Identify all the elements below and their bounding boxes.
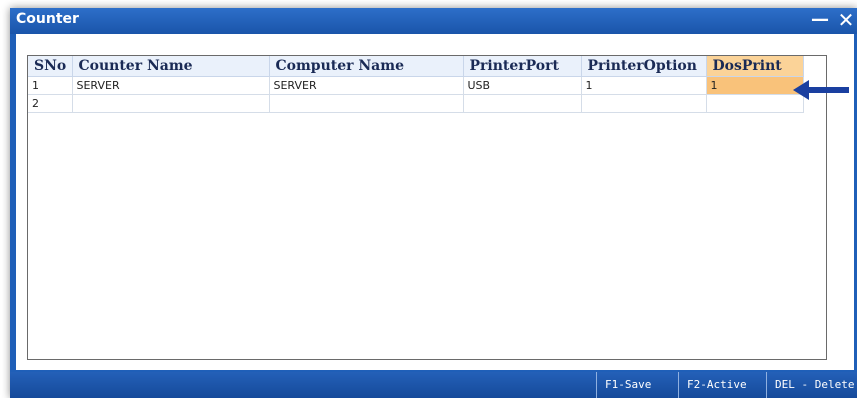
cell-sno[interactable]: 1 bbox=[28, 76, 73, 95]
window-client-area: SNo Counter Name Computer Name PrinterPo… bbox=[16, 34, 854, 370]
cell-printer-port[interactable]: USB bbox=[463, 76, 582, 95]
cell-sno[interactable]: 2 bbox=[28, 94, 73, 113]
title-bar: Counter — ✕ bbox=[10, 8, 857, 34]
cell-computer-name[interactable] bbox=[269, 94, 464, 113]
cell-counter-name[interactable]: SERVER bbox=[72, 76, 270, 95]
column-header-dos-print[interactable]: DosPrint bbox=[706, 56, 804, 77]
left-arrow-icon bbox=[793, 80, 849, 100]
counter-grid: SNo Counter Name Computer Name PrinterPo… bbox=[27, 55, 827, 360]
column-header-sno[interactable]: SNo bbox=[28, 56, 73, 77]
cell-counter-name[interactable] bbox=[72, 94, 270, 113]
table-row[interactable]: 2 bbox=[28, 94, 804, 113]
delete-key-button[interactable]: DEL - Delete bbox=[766, 372, 854, 398]
active-key-button[interactable]: F2-Active bbox=[678, 372, 747, 398]
table-row[interactable]: 1 SERVER SERVER USB 1 1 bbox=[28, 76, 804, 95]
cell-printer-option[interactable]: 1 bbox=[581, 76, 707, 95]
column-header-printer-option[interactable]: PrinterOption bbox=[581, 56, 707, 77]
minimize-icon[interactable]: — bbox=[810, 8, 830, 32]
status-bar: F1-Save F2-Active DEL - Delete bbox=[10, 372, 857, 398]
column-header-printer-port[interactable]: PrinterPort bbox=[463, 56, 582, 77]
cell-dos-print[interactable]: 1 bbox=[706, 76, 804, 95]
cell-printer-option[interactable] bbox=[581, 94, 707, 113]
counter-table: SNo Counter Name Computer Name PrinterPo… bbox=[28, 56, 804, 113]
table-header-row: SNo Counter Name Computer Name PrinterPo… bbox=[28, 56, 804, 77]
cell-computer-name[interactable]: SERVER bbox=[269, 76, 464, 95]
window-title: Counter bbox=[16, 11, 79, 27]
close-icon[interactable]: ✕ bbox=[836, 8, 856, 32]
save-key-button[interactable]: F1-Save bbox=[596, 372, 651, 398]
cell-dos-print[interactable] bbox=[706, 94, 804, 113]
counter-window: Counter — ✕ SNo Counter Name Computer Na… bbox=[10, 8, 857, 398]
column-header-computer-name[interactable]: Computer Name bbox=[269, 56, 464, 77]
cell-printer-port[interactable] bbox=[463, 94, 582, 113]
column-header-counter-name[interactable]: Counter Name bbox=[72, 56, 270, 77]
